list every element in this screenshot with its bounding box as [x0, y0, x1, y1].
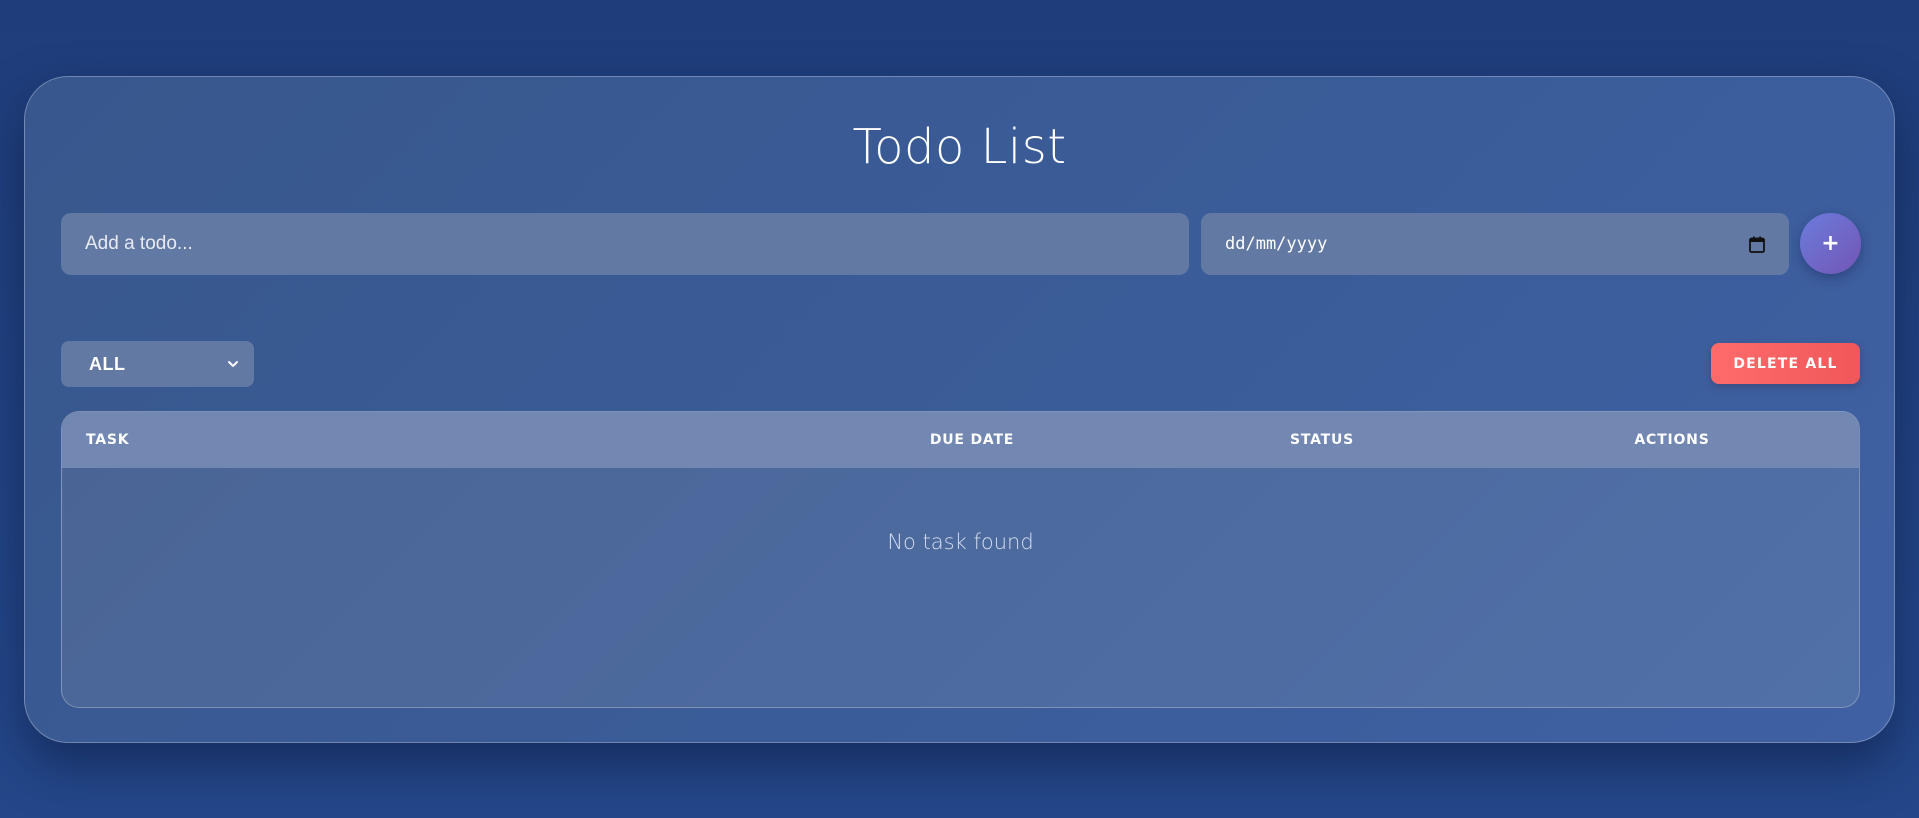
column-header-task: TASK: [86, 432, 130, 448]
page-title: Todo List: [852, 119, 1067, 175]
filter-selected-value: ALL: [89, 353, 126, 374]
column-header-actions: ACTIONS: [1634, 432, 1710, 448]
todo-card: Todo List dd/mm/yyyy + ALL DELETE ALL TA…: [24, 76, 1895, 743]
empty-state-message: No task found: [887, 530, 1034, 554]
add-todo-button[interactable]: +: [1800, 213, 1861, 274]
table-header: TASK DUE DATE STATUS ACTIONS: [62, 412, 1859, 468]
calendar-icon[interactable]: [1749, 236, 1765, 253]
column-header-status: STATUS: [1289, 432, 1355, 448]
todo-input[interactable]: [61, 213, 1189, 275]
todo-table: TASK DUE DATE STATUS ACTIONS No task fou…: [61, 411, 1860, 708]
delete-all-button[interactable]: DELETE ALL: [1711, 343, 1860, 384]
chevron-down-icon: [226, 357, 240, 371]
column-header-due-date: DUE DATE: [929, 432, 1015, 448]
due-date-placeholder: dd/mm/yyyy: [1225, 234, 1328, 254]
due-date-input[interactable]: dd/mm/yyyy: [1201, 213, 1789, 275]
filter-select[interactable]: ALL: [61, 341, 254, 387]
plus-icon: +: [1821, 230, 1840, 256]
